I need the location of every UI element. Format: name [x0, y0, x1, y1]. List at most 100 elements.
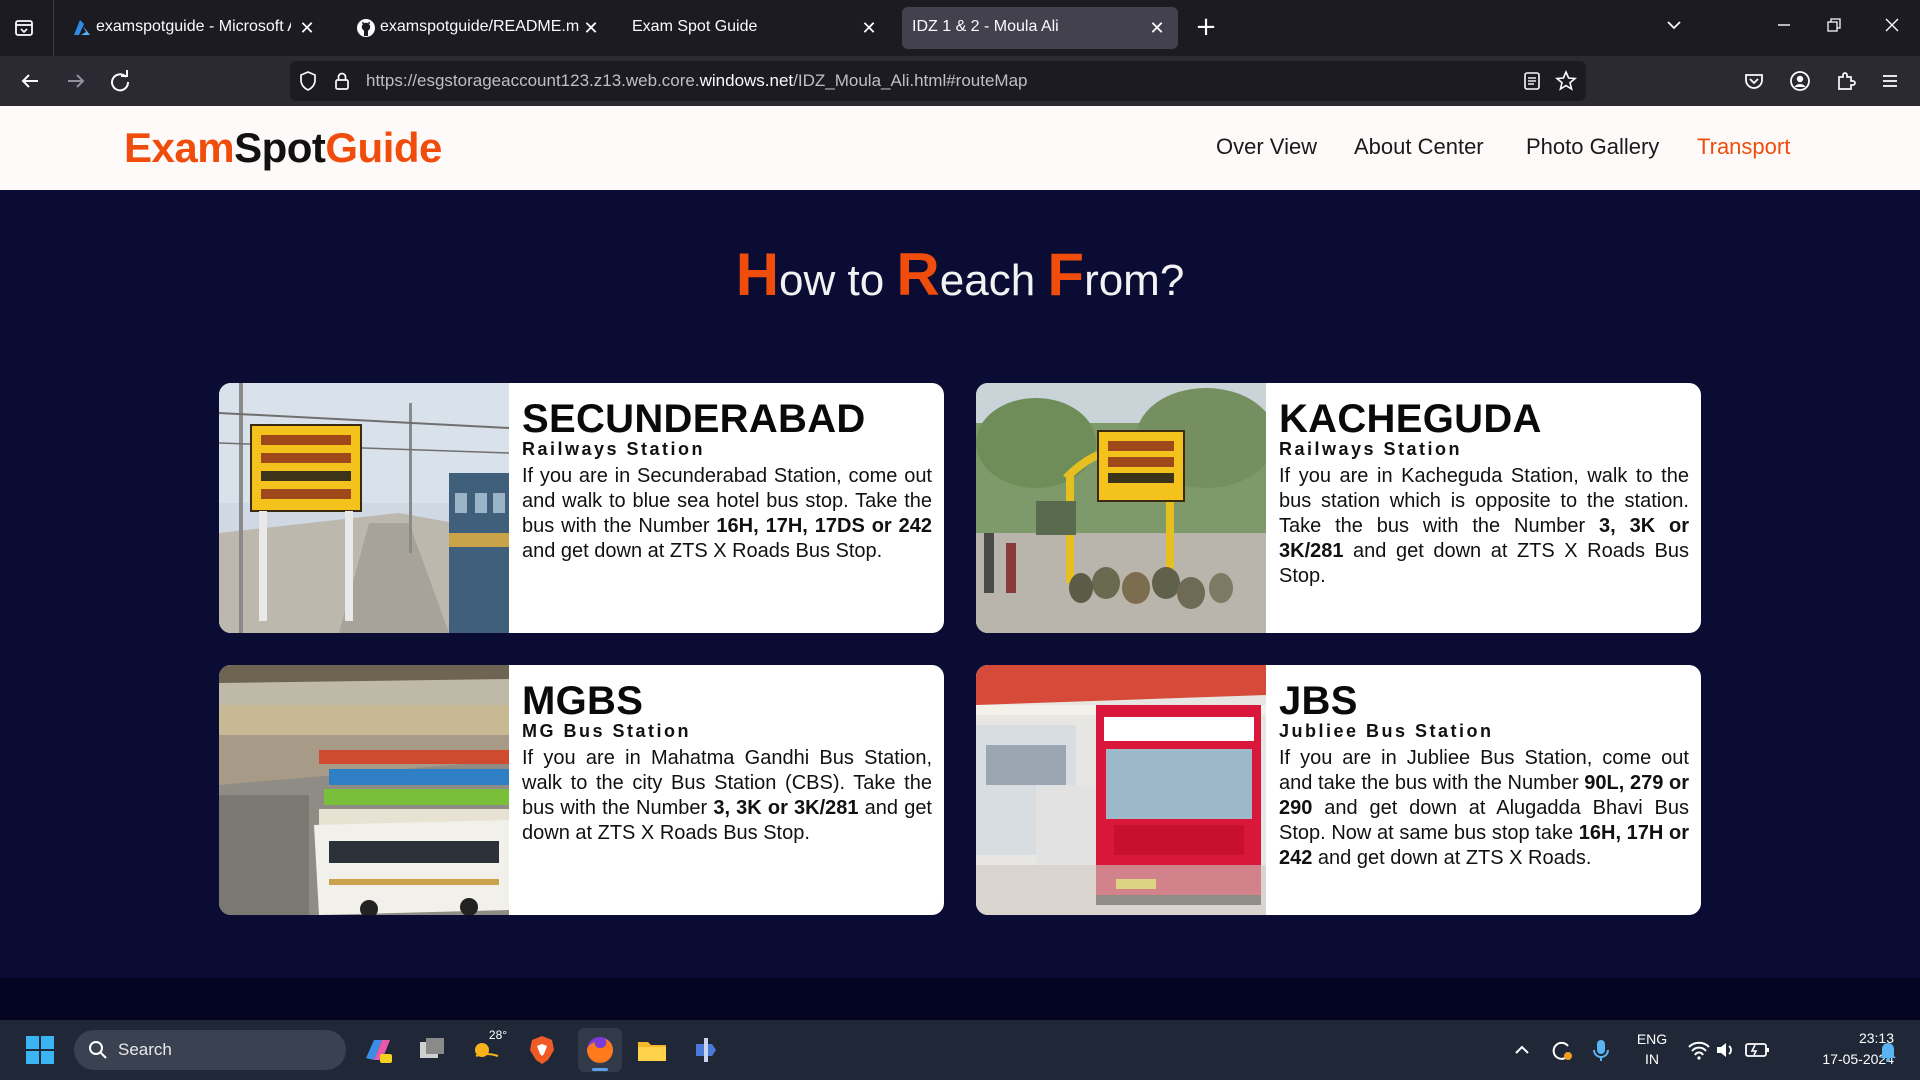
- brave-browser-icon[interactable]: [524, 1032, 560, 1068]
- tab-github[interactable]: examspotguide/README.md a ✕: [342, 7, 612, 49]
- card-body: JBS Jubliee Bus Station If you are in Ju…: [1279, 679, 1689, 871]
- heading-text: rom?: [1084, 256, 1185, 305]
- site-header: ExamSpotGuide Over View About Center Pho…: [0, 106, 1920, 190]
- heading-cap: F: [1047, 241, 1085, 308]
- nav-over-view[interactable]: Over View: [1216, 134, 1317, 160]
- route-card-mgbs: MGBS MG Bus Station If you are in Mahatm…: [219, 665, 944, 915]
- back-icon[interactable]: [14, 65, 46, 97]
- minimize-icon[interactable]: [1770, 14, 1798, 42]
- windows-taskbar: Search 28° ENG IN 23:13 17-05-2024: [0, 1020, 1920, 1080]
- search-icon: [89, 1041, 107, 1059]
- sync-icon[interactable]: [1546, 1032, 1576, 1068]
- language-region[interactable]: IN: [1630, 1051, 1674, 1067]
- card-description: If you are in Kacheguda Station, walk to…: [1279, 464, 1689, 589]
- github-icon: [356, 18, 376, 38]
- url-bar[interactable]: https://esgstorageaccount123.z13.web.cor…: [290, 61, 1586, 101]
- section-heading: How to Reach From?: [0, 240, 1920, 309]
- tab-azure[interactable]: examspotguide - Microsoft Azu ✕: [58, 7, 328, 49]
- route-card-secunderabad: SECUNDERABAD Railways Station If you are…: [219, 383, 944, 633]
- bookmark-star-icon[interactable]: [1554, 69, 1578, 93]
- secunderabad-station-photo: [219, 383, 509, 633]
- bus-numbers: 3, 3K or 3K/281: [713, 797, 859, 819]
- kacheguda-station-photo: [976, 383, 1266, 633]
- tab-close-icon[interactable]: ✕: [296, 17, 318, 39]
- task-view-icon[interactable]: [414, 1032, 450, 1068]
- heading-text: ow to: [779, 256, 897, 305]
- tab-exam-spot-guide[interactable]: Exam Spot Guide ✕: [620, 7, 890, 49]
- nav-about-center[interactable]: About Center: [1354, 134, 1484, 160]
- account-icon[interactable]: [1784, 65, 1816, 97]
- wifi-icon[interactable]: [1684, 1032, 1714, 1068]
- card-subtitle: Jubliee Bus Station: [1279, 721, 1494, 741]
- card-description: If you are in Mahatma Gandhi Bus Station…: [522, 746, 932, 846]
- firefox-icon[interactable]: [578, 1028, 622, 1072]
- shield-icon[interactable]: [296, 69, 320, 93]
- copilot-icon[interactable]: [360, 1032, 396, 1068]
- tab-title: Exam Spot Guide: [632, 18, 758, 35]
- card-description: If you are in Secunderabad Station, come…: [522, 464, 932, 564]
- tab-close-icon[interactable]: ✕: [858, 17, 880, 39]
- route-card-jbs: JBS Jubliee Bus Station If you are in Ju…: [976, 665, 1701, 915]
- card-subtitle: Railways Station: [1279, 439, 1463, 459]
- card-body: KACHEGUDA Railways Station If you are in…: [1279, 397, 1689, 589]
- microphone-icon[interactable]: [1588, 1032, 1614, 1068]
- lock-icon[interactable]: [330, 69, 354, 93]
- mgbs-bus-station-photo: [219, 665, 509, 915]
- restore-icon[interactable]: [1820, 14, 1848, 42]
- forward-icon[interactable]: [60, 65, 92, 97]
- extensions-icon[interactable]: [1830, 65, 1862, 97]
- heading-text: each: [939, 256, 1048, 305]
- azure-icon: [72, 18, 92, 38]
- card-body: SECUNDERABAD Railways Station If you are…: [522, 397, 932, 564]
- devtools-app-icon[interactable]: [688, 1032, 724, 1068]
- close-window-icon[interactable]: [1878, 14, 1906, 42]
- card-title: SECUNDERABAD: [522, 397, 866, 441]
- browser-toolbar: https://esgstorageaccount123.z13.web.cor…: [0, 56, 1920, 106]
- weather-icon[interactable]: 28°: [468, 1028, 507, 1068]
- list-all-tabs-icon[interactable]: [1660, 14, 1688, 42]
- weather-temp: 28°: [488, 1028, 508, 1042]
- new-tab-icon[interactable]: +: [1192, 14, 1220, 42]
- tab-title: IDZ 1 & 2 - Moula Ali: [912, 18, 1059, 35]
- tab-close-icon[interactable]: ✕: [1146, 17, 1168, 39]
- language-code[interactable]: ENG: [1630, 1031, 1674, 1047]
- nav-transport[interactable]: Transport: [1697, 134, 1790, 160]
- url-domain: windows.net: [699, 71, 794, 90]
- web-page: ExamSpotGuide Over View About Center Pho…: [0, 106, 1920, 1020]
- heading-cap: H: [735, 241, 780, 308]
- reader-view-icon[interactable]: [1520, 69, 1544, 93]
- card-body: MGBS MG Bus Station If you are in Mahatm…: [522, 679, 932, 846]
- card-title: KACHEGUDA: [1279, 397, 1542, 441]
- tab-title: examspotguide - Microsoft Azu: [96, 18, 291, 35]
- card-subtitle: MG Bus Station: [522, 721, 691, 741]
- battery-icon[interactable]: [1742, 1032, 1772, 1068]
- browser-tab-bar: examspotguide - Microsoft Azu ✕ examspot…: [0, 0, 1920, 56]
- site-logo[interactable]: ExamSpotGuide: [124, 124, 442, 172]
- pocket-icon[interactable]: [1738, 65, 1770, 97]
- menu-icon[interactable]: [1874, 65, 1906, 97]
- reload-icon[interactable]: [104, 65, 136, 97]
- search-label: Search: [118, 1040, 172, 1059]
- page-footer: [0, 978, 1920, 1020]
- nav-photo-gallery[interactable]: Photo Gallery: [1526, 134, 1659, 160]
- route-card-kacheguda: KACHEGUDA Railways Station If you are in…: [976, 383, 1701, 633]
- url-text[interactable]: https://esgstorageaccount123.z13.web.cor…: [366, 71, 1028, 91]
- desc-text: and get down at ZTS X Roads.: [1312, 847, 1592, 869]
- file-explorer-icon[interactable]: [634, 1032, 670, 1068]
- tab-moula-ali[interactable]: IDZ 1 & 2 - Moula Ali ✕: [902, 7, 1178, 49]
- notification-bell-icon[interactable]: [1876, 1032, 1900, 1068]
- tab-close-icon[interactable]: ✕: [580, 17, 602, 39]
- tab-title: examspotguide/README.md a: [380, 18, 580, 35]
- show-hidden-icons[interactable]: [1508, 1032, 1536, 1068]
- heading-cap: R: [896, 241, 940, 308]
- bus-numbers: 16H, 17H, 17DS or 242: [716, 515, 932, 537]
- volume-icon[interactable]: [1712, 1032, 1740, 1068]
- taskbar-search[interactable]: Search: [74, 1030, 346, 1070]
- card-title: JBS: [1279, 679, 1358, 723]
- jbs-bus-station-photo: [976, 665, 1266, 915]
- windows-start-icon[interactable]: [22, 1032, 58, 1068]
- logo-exam: Exam: [124, 124, 235, 171]
- desc-text: and get down at ZTS X Roads Bus Stop.: [522, 540, 883, 562]
- card-title: MGBS: [522, 679, 644, 723]
- tab-list-icon[interactable]: [10, 14, 38, 42]
